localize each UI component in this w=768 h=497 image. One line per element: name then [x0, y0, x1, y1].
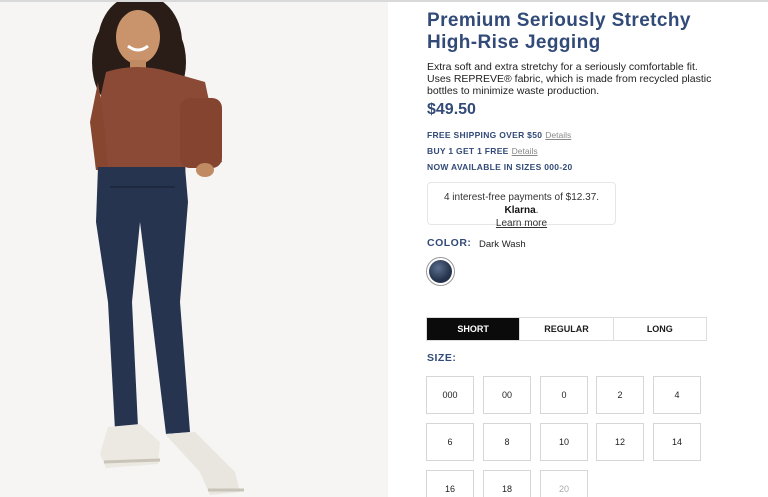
- model-illustration: [0, 2, 388, 497]
- klarna-brand-suffix: .: [535, 205, 539, 216]
- promo-free-shipping: FREE SHIPPING OVER $50 Details: [427, 130, 571, 140]
- promo-bogo: BUY 1 GET 1 FREE Details: [427, 146, 538, 156]
- length-tabs: SHORT REGULAR LONG: [426, 317, 707, 341]
- size-option[interactable]: 0: [540, 376, 588, 414]
- product-image[interactable]: [0, 2, 388, 497]
- size-option[interactable]: 8: [483, 423, 531, 461]
- size-label: SIZE:: [427, 352, 457, 364]
- promo-sizes-text: NOW AVAILABLE IN SIZES 000-20: [427, 162, 573, 172]
- size-option[interactable]: 14: [653, 423, 701, 461]
- tab-short[interactable]: SHORT: [427, 318, 521, 340]
- tab-regular[interactable]: REGULAR: [520, 318, 614, 340]
- color-label: COLOR:: [427, 237, 472, 249]
- size-option[interactable]: 10: [540, 423, 588, 461]
- klarna-learn-more-link[interactable]: Learn more: [428, 217, 615, 230]
- klarna-text: 4 interest-free payments of $12.37.: [443, 192, 600, 203]
- promo-bogo-text: BUY 1 GET 1 FREE: [427, 146, 509, 156]
- tab-long[interactable]: LONG: [614, 318, 706, 340]
- promo-free-shipping-text: FREE SHIPPING OVER $50: [427, 130, 543, 140]
- promo-bogo-details-link[interactable]: Details: [512, 146, 538, 156]
- promo-sizes: NOW AVAILABLE IN SIZES 000-20: [427, 162, 573, 172]
- product-title: Premium Seriously Stretchy High-Rise Jeg…: [427, 10, 727, 54]
- size-option[interactable]: 12: [596, 423, 644, 461]
- size-option[interactable]: 18: [483, 470, 531, 497]
- size-option-unavailable[interactable]: 20: [540, 470, 588, 497]
- color-swatch-dark-wash[interactable]: [426, 257, 455, 286]
- size-option[interactable]: 4: [653, 376, 701, 414]
- swatch-fill: [429, 260, 452, 283]
- product-title-line2: High-Rise Jegging: [427, 32, 601, 53]
- product-title-line1: Premium Seriously Stretchy: [427, 10, 691, 31]
- size-option[interactable]: 16: [426, 470, 474, 497]
- klarna-message: 4 interest-free payments of $12.37. Klar…: [428, 191, 615, 217]
- size-option[interactable]: 6: [426, 423, 474, 461]
- size-option[interactable]: 000: [426, 376, 474, 414]
- product-description: Extra soft and extra stretchy for a seri…: [427, 61, 712, 97]
- klarna-box: 4 interest-free payments of $12.37. Klar…: [427, 182, 616, 229]
- product-price: $49.50: [427, 101, 476, 118]
- size-option[interactable]: 00: [483, 376, 531, 414]
- klarna-brand: Klarna: [504, 205, 536, 216]
- size-option[interactable]: 2: [596, 376, 644, 414]
- color-value: Dark Wash: [479, 239, 526, 250]
- promo-free-shipping-details-link[interactable]: Details: [545, 130, 571, 140]
